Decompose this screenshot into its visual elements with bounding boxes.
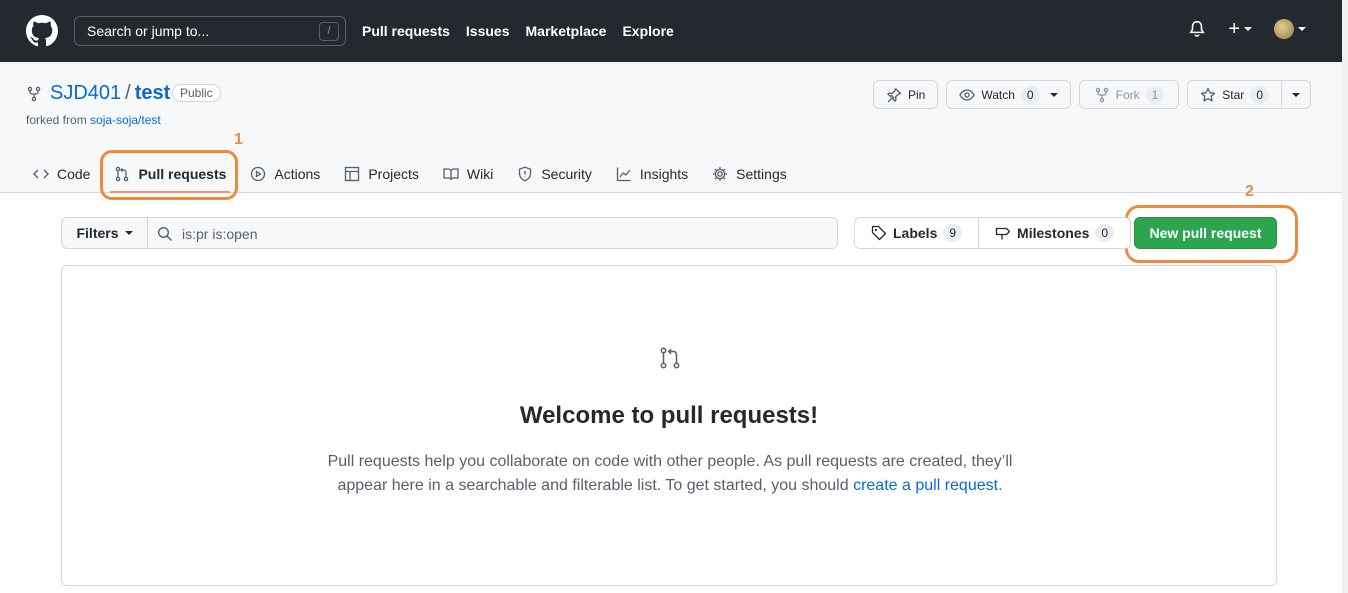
global-nav: Pull requests Issues Marketplace Explore (362, 23, 674, 39)
create-new-menu[interactable]: + (1228, 18, 1252, 40)
tag-icon (871, 225, 887, 241)
milestones-button[interactable]: Milestones 0 (979, 217, 1132, 249)
tab-label: Settings (736, 166, 787, 182)
filters-dropdown-button[interactable]: Filters (61, 217, 148, 249)
repo-separator: / (125, 82, 131, 104)
watch-label: Watch (981, 87, 1015, 102)
forked-from-prefix: forked from (26, 113, 87, 127)
scrollbar[interactable] (1342, 0, 1348, 593)
chevron-down-icon (1049, 92, 1058, 97)
blankslate-text-end: . (998, 477, 1003, 494)
tab-security[interactable]: Security (505, 156, 604, 192)
user-menu[interactable] (1274, 19, 1306, 39)
star-label: Star (1222, 87, 1245, 102)
search-placeholder: Search or jump to... (87, 23, 210, 39)
chevron-down-icon (1298, 27, 1306, 31)
shield-icon (519, 166, 532, 182)
pr-search-input[interactable]: is:pr is:open (147, 217, 838, 249)
annotation-highlight-pull-requests-tab (100, 150, 238, 200)
blankslate-text-line2: appear here in a searchable and filterab… (337, 477, 849, 494)
tab-label: Actions (274, 166, 321, 182)
milestones-label: Milestones (1017, 225, 1090, 241)
chevron-down-icon (1292, 92, 1300, 97)
annotation-step-1: 1 (234, 131, 243, 148)
create-pull-request-link[interactable]: create a pull request (853, 477, 998, 494)
graph-icon (616, 167, 631, 182)
tab-label: Code (57, 166, 91, 182)
tab-insights[interactable]: Insights (604, 156, 700, 192)
tab-code[interactable]: Code (33, 156, 102, 192)
fork-button[interactable]: Fork 1 (1078, 80, 1180, 109)
search-query-value: is:pr is:open (182, 226, 258, 242)
code-icon (33, 169, 49, 179)
star-button[interactable]: Star 0 (1187, 80, 1282, 109)
plus-icon: + (1228, 18, 1240, 40)
blankslate-description: Pull requests help you collaborate on co… (320, 450, 1020, 498)
pull-requests-blankslate: Welcome to pull requests! Pull requests … (61, 265, 1277, 586)
new-pull-request-button[interactable]: New pull request (1134, 217, 1277, 249)
global-search-input[interactable]: Search or jump to... / (74, 16, 346, 46)
tab-projects[interactable]: Projects (332, 156, 431, 192)
annotation-step-2: 2 (1245, 183, 1254, 200)
tab-label: Wiki (466, 166, 494, 182)
visibility-badge: Public (172, 84, 221, 102)
star-count: 0 (1250, 85, 1269, 104)
forked-from-text: forked from soja-soja/test (26, 113, 161, 127)
chevron-down-icon (124, 231, 133, 235)
nav-pull-requests[interactable]: Pull requests (362, 23, 450, 39)
filters-label: Filters (76, 225, 119, 241)
fork-count: 1 (1145, 85, 1165, 104)
labels-count: 9 (943, 224, 963, 242)
pin-icon (887, 87, 902, 102)
watch-button[interactable]: Watch 0 (946, 80, 1071, 109)
header-actions: + (1188, 19, 1306, 39)
tab-label: Projects (368, 166, 419, 182)
pin-button[interactable]: Pin (873, 80, 939, 109)
blankslate-text-line1: Pull requests help you collaborate on co… (327, 453, 1013, 470)
blankslate-title: Welcome to pull requests! (519, 402, 819, 429)
play-icon (251, 166, 266, 182)
watch-count: 0 (1020, 85, 1040, 104)
nav-explore[interactable]: Explore (622, 23, 673, 39)
github-logo-icon[interactable] (26, 15, 58, 47)
milestones-count: 0 (1095, 224, 1115, 242)
repo-forked-icon (27, 86, 41, 102)
tab-label: Security (541, 166, 592, 182)
tab-wiki[interactable]: Wiki (431, 156, 505, 192)
avatar (1274, 19, 1294, 39)
fork-source-link[interactable]: soja-soja/test (90, 113, 161, 127)
nav-issues[interactable]: Issues (466, 23, 510, 39)
labels-milestones-group: Labels 9 Milestones 0 (854, 217, 1132, 249)
star-group: Star 0 (1187, 80, 1311, 109)
eye-icon (959, 88, 976, 101)
labels-button[interactable]: Labels 9 (854, 217, 980, 249)
star-icon (1201, 87, 1216, 102)
bell-icon[interactable] (1188, 19, 1206, 39)
book-icon (443, 168, 459, 181)
chevron-down-icon (1244, 27, 1252, 31)
milestone-icon (995, 227, 1011, 240)
labels-label: Labels (893, 225, 938, 241)
star-list-dropdown[interactable] (1282, 80, 1311, 109)
git-pull-request-icon (660, 347, 680, 369)
pin-label: Pin (908, 87, 926, 102)
tab-actions[interactable]: Actions (238, 156, 332, 192)
repo-actions: Pin Watch 0 Fork 1 Star 0 (873, 80, 1311, 109)
global-header: Search or jump to... / Pull requests Iss… (0, 0, 1342, 62)
repo-owner-link[interactable]: SJD401 (50, 82, 121, 104)
repo-title: SJD401/test (50, 82, 170, 105)
search-icon (157, 226, 172, 241)
search-shortcut-key: / (319, 22, 339, 41)
gear-icon (713, 167, 728, 181)
table-icon (345, 166, 360, 182)
fork-label: Fork (1115, 87, 1140, 102)
nav-marketplace[interactable]: Marketplace (526, 23, 607, 39)
repo-name-link[interactable]: test (135, 82, 171, 104)
repo-forked-icon (1095, 87, 1108, 102)
tab-label: Insights (639, 166, 689, 182)
tab-settings[interactable]: Settings (700, 156, 799, 192)
